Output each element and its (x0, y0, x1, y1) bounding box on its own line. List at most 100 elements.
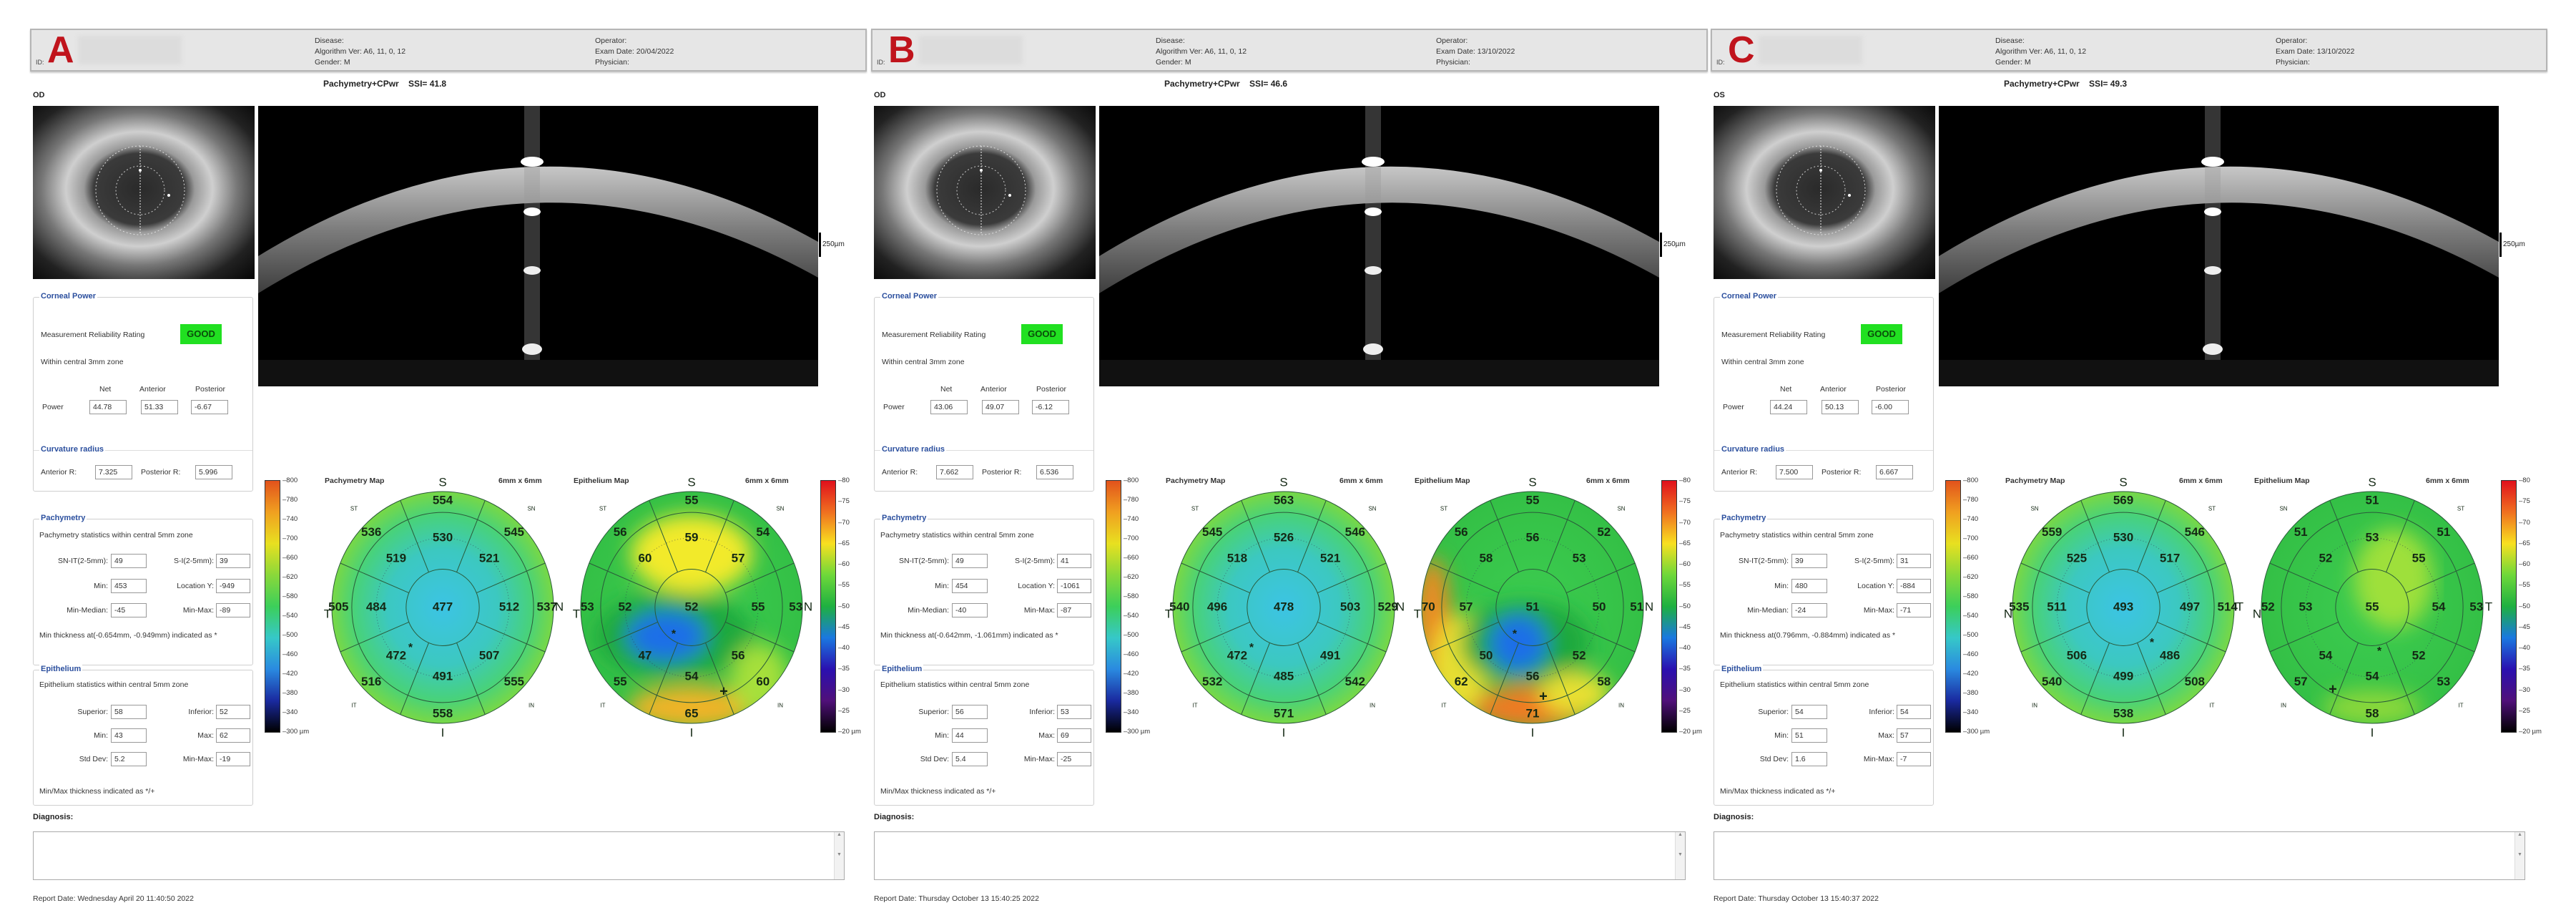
pachy-min-max-value: -87 (1057, 603, 1091, 617)
pachymetry-scale-tick-label: –540 (1963, 612, 1979, 620)
physician-field: Physician: (2276, 58, 2310, 67)
pachymetry-scale-tick-label: –620 (1124, 573, 1139, 581)
center-value: 478 (1274, 600, 1294, 613)
max-thickness-marker-icon: + (2329, 681, 2337, 697)
epithelium-scale-tick-label: –50 (2519, 602, 2530, 610)
scan-title: Pachymetry+CPwr SSI= 41.8 (323, 79, 447, 89)
report-panel-b: ID: B Disease: Algorithm Ver: A6, 11, 0,… (841, 0, 1708, 923)
diagnosis-textarea[interactable]: ▲ ▼ (874, 831, 1686, 880)
si-value: 39 (216, 554, 250, 568)
min-thickness-marker-icon: * (1513, 628, 1518, 640)
inner-sector-value-bottom: 56 (1526, 670, 1540, 683)
orientation-left-label: T (324, 607, 331, 620)
orientation-bottom-label: I (1531, 726, 1535, 739)
outer-sector-value-top-right: 51 (2437, 525, 2450, 539)
inner-sector-value-bottom: 54 (685, 670, 699, 683)
net-power-value: 44.78 (89, 400, 127, 414)
superior-value: 58 (111, 705, 147, 719)
inner-sector-value-top-left: 519 (386, 551, 406, 565)
outer-sector-value-top: 554 (433, 493, 453, 507)
epithelium-subtitle: Epithelium statistics within central 5mm… (1720, 680, 1869, 689)
scale-bar (2499, 233, 2502, 257)
inner-sector-value-bottom-right: 491 (1320, 649, 1340, 663)
net-header: Net (1780, 385, 1792, 394)
orientation-top-left-label: SN (2030, 506, 2038, 512)
epi-max-value: 62 (216, 728, 250, 743)
orientation-top-label: S (2119, 475, 2127, 489)
pachymetry-scale-tick-label: –620 (282, 573, 298, 581)
outer-sector-value-bottom: 65 (685, 707, 699, 721)
orientation-right-label: T (2236, 600, 2243, 613)
posterior-header: Posterior (195, 385, 226, 394)
orientation-left-label: T (1165, 607, 1172, 620)
epithelium-stats-box: Epithelium Epithelium statistics within … (33, 665, 253, 806)
orientation-bottom-right-label: IN (1618, 703, 1624, 709)
power-label: Power (883, 403, 905, 411)
center-value: 52 (685, 600, 699, 613)
pachymetry-subtitle: Pachymetry statistics within central 5mm… (39, 531, 193, 539)
orientation-bottom-right-label: IN (777, 703, 783, 709)
pachymetry-stats-box: Pachymetry Pachymetry statistics within … (33, 514, 253, 665)
epi-min-value: 44 (952, 728, 988, 743)
outer-sector-value-bottom-right: 53 (2437, 675, 2450, 688)
pachymetry-scale-tick-label: –340 (1963, 708, 1979, 716)
center-value: 55 (2366, 600, 2379, 613)
pachymetry-scale-tick-label: –580 (1124, 592, 1139, 600)
superior-label: Superior: (1758, 708, 1789, 716)
inner-sector-value-top-right: 53 (1573, 551, 1586, 565)
orientation-right-label: T (2485, 600, 2492, 613)
superior-label: Superior: (77, 708, 108, 716)
pachymetry-scale-tick-label: –540 (1124, 612, 1139, 620)
std-dev-value: 5.4 (952, 752, 988, 766)
anterior-r-value: 7.662 (936, 465, 973, 479)
epi-min-max-label: Min-Max: (1863, 755, 1894, 763)
pachymetry-color-scale: –800 –780 –740 –700 –660 –620 –580 –540 –500 –460… (265, 477, 309, 736)
pachy-min-value: 453 (111, 579, 147, 593)
outer-sector-value-left: 53 (581, 600, 594, 613)
posterior-r-label: Posterior R: (141, 468, 181, 477)
epithelium-stats-box: Epithelium Epithelium statistics within … (1714, 665, 1934, 806)
orientation-top-left-label: ST (599, 506, 606, 512)
epi-min-value: 51 (1791, 728, 1827, 743)
epithelium-scale-tick-label: –55 (2519, 581, 2530, 590)
outer-sector-value-right: 53 (789, 600, 802, 613)
outer-sector-value-top: 51 (2366, 493, 2379, 507)
net-power-value: 43.06 (930, 400, 968, 414)
snit-value: 49 (952, 554, 988, 568)
epithelium-heading: Epithelium (1720, 665, 1764, 673)
min-thickness-marker-icon: * (408, 642, 413, 654)
inner-sector-value-bottom-left: 47 (638, 649, 652, 663)
outer-sector-value-top-right: 546 (2185, 525, 2205, 539)
oct-cross-section-image (1099, 106, 1659, 386)
orientation-bottom-right-label: IT (2209, 703, 2214, 709)
outer-sector-value-top-left: 56 (614, 525, 627, 539)
diagnosis-textarea[interactable]: ▲ ▼ (33, 831, 845, 880)
diagnosis-scrollbar[interactable]: ▲ ▼ (2514, 832, 2525, 879)
min-median-value: -45 (111, 603, 147, 617)
pachymetry-scale-tick-label: –500 (1124, 631, 1139, 639)
inner-sector-value-left: 53 (2299, 600, 2313, 613)
epi-max-label: Max: (197, 731, 214, 740)
outer-sector-value-bottom-right: 60 (756, 675, 770, 688)
snit-label: SN-IT(2-5mm): (58, 557, 108, 565)
min-median-value: -24 (1791, 603, 1827, 617)
orientation-right-label: N (804, 600, 812, 613)
orientation-top-right-label: SN (527, 506, 535, 512)
snit-label: SN-IT(2-5mm): (899, 557, 949, 565)
epithelium-scale-tick-label: –75 (2519, 497, 2530, 506)
diagnosis-textarea[interactable]: ▲ ▼ (1714, 831, 2525, 880)
pachymetry-heading: Pachymetry (880, 514, 928, 522)
epi-max-value: 57 (1897, 728, 1931, 743)
inner-sector-value-left: 57 (1460, 600, 1473, 613)
outer-sector-value-left: 505 (328, 600, 348, 613)
curvature-heading: Curvature radius (880, 445, 947, 454)
en-face-eye-image (1714, 106, 1935, 279)
anterior-r-label: Anterior R: (882, 468, 918, 477)
pachymetry-scale-tick-label: –780 (1963, 496, 1979, 504)
orientation-top-label: S (1279, 475, 1287, 489)
rating-label: Measurement Reliability Rating (1721, 331, 1826, 339)
outer-sector-value-bottom: 538 (2113, 707, 2133, 721)
outer-sector-value-bottom: 571 (1274, 707, 1294, 721)
outer-sector-value-top-right: 546 (1345, 525, 1365, 539)
pachymetry-color-scale: –800 –780 –740 –700 –660 –620 –580 –540 –500 –460… (1106, 477, 1150, 736)
